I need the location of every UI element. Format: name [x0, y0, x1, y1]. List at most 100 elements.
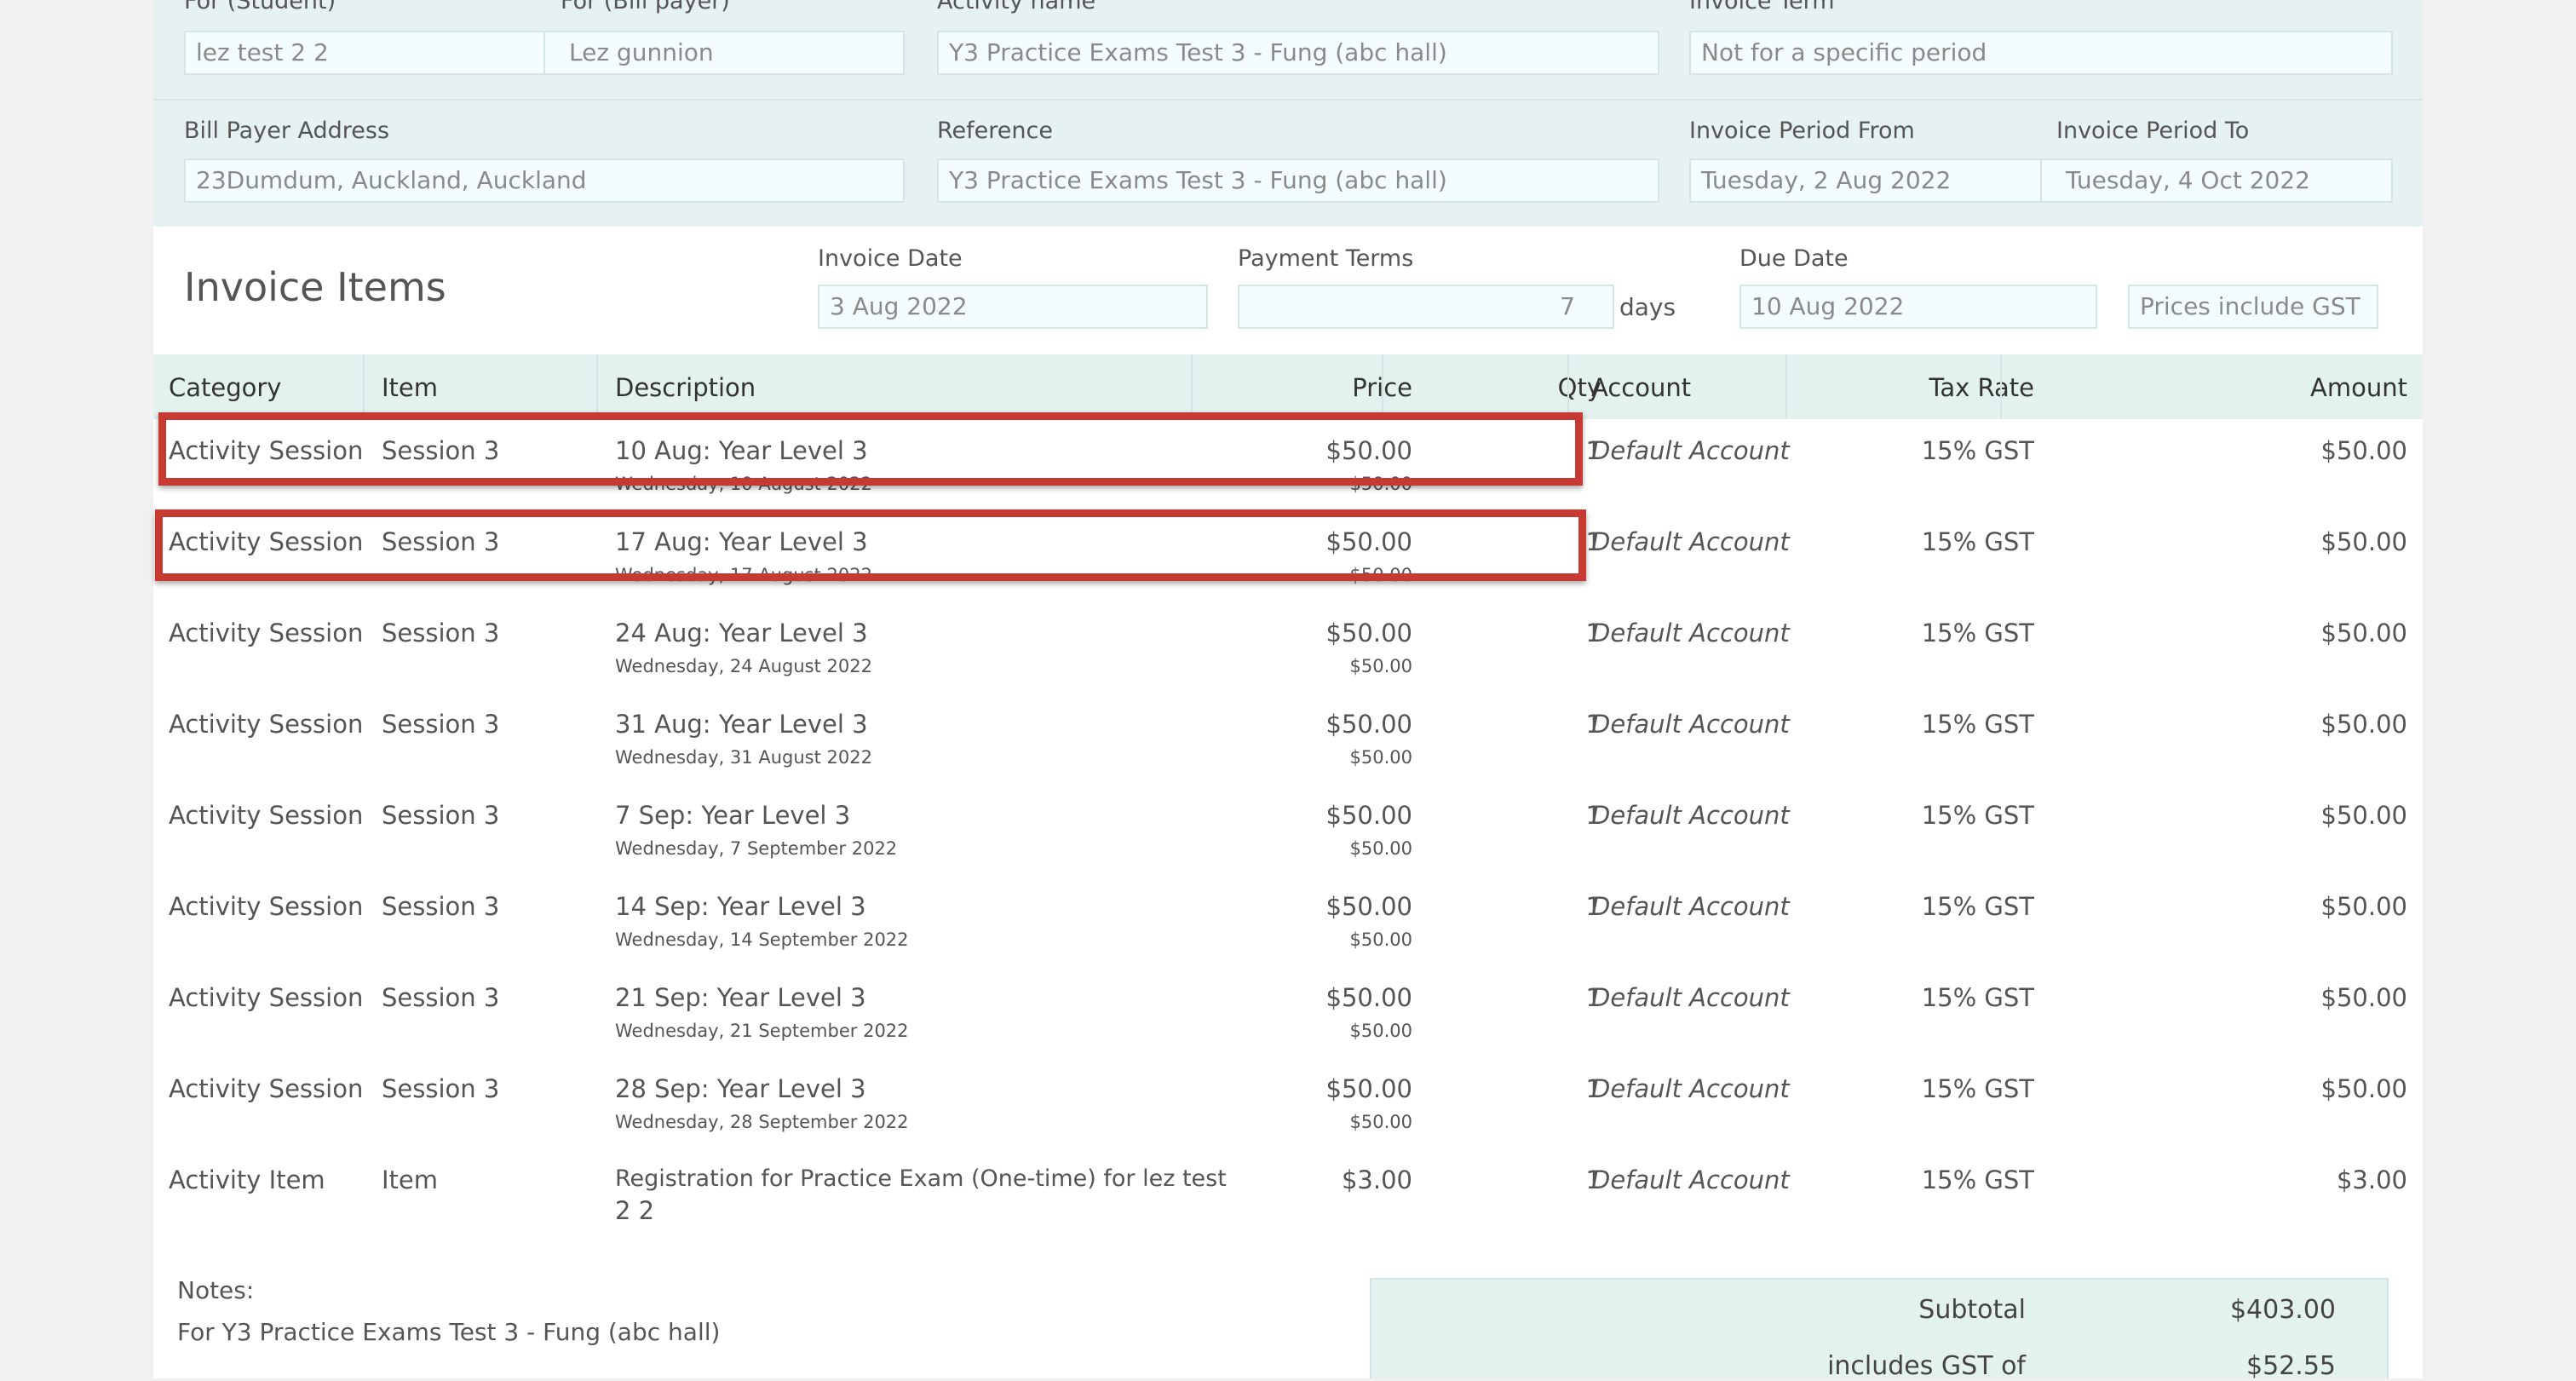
reference-field[interactable]: Y3 Practice Exams Test 3 - Fung (abc hal…: [937, 158, 1659, 203]
activity-name-label: Activity name: [937, 0, 1096, 14]
invoice-items-title: Invoice Items: [184, 264, 446, 310]
row-date: Wednesday, 7 September 2022: [615, 838, 898, 859]
row-account: Default Account: [1591, 527, 1790, 556]
row-qty: 1: [1585, 983, 1601, 1012]
row-tax-rate: 15% GST: [1921, 436, 2034, 465]
table-row[interactable]: Activity Session Session 3 24 Aug: Year …: [153, 601, 2423, 693]
row-tax-rate: 15% GST: [1921, 1074, 2034, 1103]
col-separator: [2000, 354, 2002, 419]
row-tax-rate: 15% GST: [1921, 527, 2034, 556]
col-amount[interactable]: Amount: [2113, 373, 2407, 402]
row-item: Session 3: [382, 892, 500, 921]
invoice-period-from-label: Invoice Period From: [1689, 118, 1915, 144]
row-amount: $50.00: [2320, 801, 2407, 830]
table-row[interactable]: Activity Session Session 3 21 Sep: Year …: [153, 966, 2423, 1057]
row-description: Registration for Practice Exam (One-time…: [615, 1165, 1227, 1192]
row-amount: $50.00: [2320, 619, 2407, 647]
row-date: Wednesday, 28 September 2022: [615, 1112, 909, 1132]
row-account: Default Account: [1591, 619, 1790, 647]
invoice-period-from-field[interactable]: Tuesday, 2 Aug 2022: [1689, 158, 2042, 203]
row-description: 7 Sep: Year Level 3: [615, 801, 851, 830]
table-row[interactable]: Activity Session Session 3 7 Sep: Year L…: [153, 784, 2423, 875]
row-qty: 1: [1585, 1165, 1601, 1194]
for-bill-payer-label: For (Bill payer): [561, 0, 730, 14]
for-student-label: For (Student): [184, 0, 336, 14]
row-account: Default Account: [1591, 801, 1790, 830]
row-account: Default Account: [1591, 892, 1790, 921]
row-category: Activity Session: [169, 892, 364, 921]
col-separator: [1382, 354, 1383, 419]
row-price: $50.00: [1325, 619, 1412, 647]
table-row[interactable]: Activity Item Item Registration for Prac…: [153, 1148, 2423, 1251]
payment-terms-field[interactable]: 7: [1238, 285, 1614, 329]
row-category: Activity Session: [169, 710, 364, 739]
table-row[interactable]: Activity Session Session 3 14 Sep: Year …: [153, 875, 2423, 966]
panel-divider: [153, 99, 2423, 101]
row-item: Session 3: [382, 1074, 500, 1103]
invoice-date-field[interactable]: 3 Aug 2022: [818, 285, 1208, 329]
row-description: 21 Sep: Year Level 3: [615, 983, 866, 1012]
for-bill-payer-field[interactable]: Lez gunnion: [543, 31, 905, 75]
row-item: Item: [382, 1165, 439, 1194]
gst-mode-select[interactable]: Prices include GST: [2128, 285, 2378, 329]
row-date: Wednesday, 21 September 2022: [615, 1021, 909, 1041]
row-price: $50.00: [1325, 801, 1412, 830]
row-qty: 1: [1585, 1074, 1601, 1103]
table-row[interactable]: Activity Session Session 3 31 Aug: Year …: [153, 693, 2423, 784]
row-item: Session 3: [382, 710, 500, 739]
subtotal-value: $403.00: [2229, 1295, 2336, 1325]
table-row[interactable]: Activity Session Session 3 28 Sep: Year …: [153, 1057, 2423, 1148]
row-tax-rate: 15% GST: [1921, 1165, 2034, 1194]
row-description: 14 Sep: Year Level 3: [615, 892, 866, 921]
row-amount: $3.00: [2336, 1165, 2407, 1194]
col-separator: [1567, 354, 1569, 419]
col-separator: [1785, 354, 1787, 419]
row-date: Wednesday, 24 August 2022: [615, 656, 872, 676]
invoice-period-to-label: Invoice Period To: [2056, 118, 2250, 144]
col-category[interactable]: Category: [169, 373, 281, 402]
highlight-box-row-1: [158, 412, 1583, 486]
activity-name-field[interactable]: Y3 Practice Exams Test 3 - Fung (abc hal…: [937, 31, 1659, 75]
col-item[interactable]: Item: [382, 373, 438, 402]
row-account: Default Account: [1591, 436, 1790, 465]
row-price: $50.00: [1325, 892, 1412, 921]
col-separator: [1191, 354, 1193, 419]
row-account: Default Account: [1591, 1074, 1790, 1103]
row-tax-rate: 15% GST: [1921, 710, 2034, 739]
reference-label: Reference: [937, 118, 1053, 144]
bill-payer-address-field[interactable]: 23Dumdum, Auckland, Auckland: [184, 158, 905, 203]
row-sub-price: $50.00: [1349, 1021, 1412, 1041]
row-tax-rate: 15% GST: [1921, 801, 2034, 830]
subtotal-label: Subtotal: [1918, 1295, 2026, 1325]
col-description[interactable]: Description: [615, 373, 756, 402]
gst-included-label: includes GST of: [1827, 1351, 2026, 1381]
row-tax-rate: 15% GST: [1921, 619, 2034, 647]
invoice-card: For (Student) For (Bill payer) lez test …: [153, 0, 2423, 1381]
invoice-term-label: Invoice Term: [1689, 0, 1835, 14]
row-item: Session 3: [382, 619, 500, 647]
invoice-period-to-field[interactable]: Tuesday, 4 Oct 2022: [2040, 158, 2393, 203]
notes-text: For Y3 Practice Exams Test 3 - Fung (abc…: [177, 1318, 721, 1346]
row-amount: $50.00: [2320, 1074, 2407, 1103]
col-account[interactable]: Account: [1591, 373, 1691, 402]
invoice-items-header: Invoice Items Invoice Date 3 Aug 2022 Pa…: [153, 227, 2423, 354]
for-student-field[interactable]: lez test 2 2: [184, 31, 545, 75]
notes-label: Notes:: [177, 1276, 255, 1304]
table-header: Category Item Description Price Qty Acco…: [153, 354, 2423, 419]
row-category: Activity Session: [169, 619, 364, 647]
row-amount: $50.00: [2320, 710, 2407, 739]
due-date-field[interactable]: 10 Aug 2022: [1739, 285, 2097, 329]
row-price: $50.00: [1325, 1074, 1412, 1103]
col-qty[interactable]: Qty: [1400, 373, 1601, 402]
invoice-details-panel: For (Student) For (Bill payer) lez test …: [153, 0, 2423, 227]
row-description: 31 Aug: Year Level 3: [615, 710, 868, 739]
row-account: Default Account: [1591, 1165, 1790, 1194]
row-category: Activity Item: [169, 1165, 325, 1194]
gst-included-value: $52.55: [2246, 1351, 2336, 1381]
row-price: $50.00: [1325, 710, 1412, 739]
row-sub-price: $50.00: [1349, 1112, 1412, 1132]
invoice-term-field[interactable]: Not for a specific period: [1689, 31, 2393, 75]
row-category: Activity Session: [169, 801, 364, 830]
invoice-date-label: Invoice Date: [818, 245, 963, 272]
row-category: Activity Session: [169, 983, 364, 1012]
